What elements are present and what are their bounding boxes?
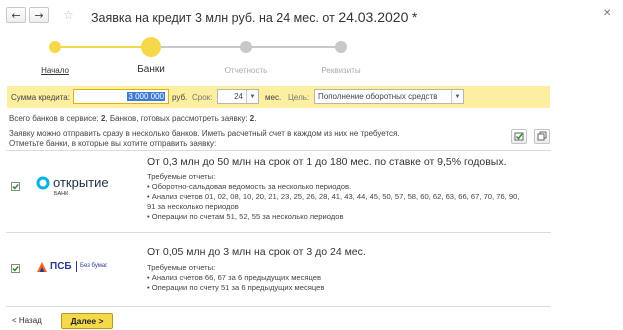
title-main: Заявка на кредит 3 млн руб. на 24 мес. о…: [91, 11, 335, 25]
step-label-start[interactable]: Начало: [41, 66, 69, 75]
title-date: 24.03.2020: [338, 9, 409, 25]
term-label: Срок:: [192, 93, 213, 102]
requirements-title: Требуемые отчеты:: [147, 172, 216, 181]
term-value: 24: [234, 92, 243, 101]
bank-offer-psb: От 0,05 млн до 3 млн на срок от 3 до 24 …: [147, 246, 366, 258]
uncheck-all-icon: [537, 131, 547, 141]
back-button[interactable]: < Назад: [12, 316, 42, 325]
banks-total-count: 2: [100, 114, 106, 123]
banks-summary: Всего банков в сервисе: 2, Банков, готов…: [9, 114, 257, 123]
arrow-left-icon: ←: [11, 8, 21, 22]
amount-input[interactable]: 3 000 000: [73, 89, 169, 104]
psb-logo-name: ПСБ: [50, 261, 72, 272]
step-label-banks: Банки: [137, 64, 165, 75]
divider: [6, 232, 551, 233]
amount-value: 3 000 000: [127, 92, 165, 101]
forward-nav-button[interactable]: →: [29, 7, 49, 23]
otkritie-logo-sub: БАНК: [54, 191, 69, 197]
requirement-item: • Операции по счету 51 за 6 предыдущих м…: [147, 283, 325, 292]
step-dot-details: [335, 41, 347, 53]
goal-label: Цель:: [288, 93, 310, 102]
requirement-item: • Операции по счетам 51, 52, 55 за неско…: [147, 212, 344, 221]
banks-ready-count: 2: [249, 114, 255, 123]
requirement-item: • Оборотно-сальдовая ведомость за нескол…: [147, 182, 352, 191]
otkritie-logo-icon: [36, 176, 50, 190]
window-title: Заявка на кредит 3 млн руб. на 24 мес. о…: [91, 9, 417, 25]
check-all-icon: [514, 132, 524, 141]
info-line-1: Заявку можно отправить сразу в несколько…: [9, 129, 400, 138]
chevron-down-icon[interactable]: ▼: [451, 90, 463, 103]
close-icon[interactable]: ✕: [603, 8, 611, 19]
step-label-reports: Отчетность: [224, 66, 268, 75]
goal-value: Пополнение оборотных средств: [318, 92, 438, 101]
step-dot-banks: [141, 37, 161, 57]
requirement-item: • Анализ счетов 66, 67 за 6 предыдущих м…: [147, 273, 322, 282]
step-dot-start[interactable]: [49, 41, 61, 53]
back-nav-button[interactable]: ←: [6, 7, 26, 23]
requirement-item: 91 за несколько периодов: [147, 202, 239, 211]
divider: [6, 306, 551, 307]
bank-requirements-psb: Требуемые отчеты: • Анализ счетов 66, 67…: [147, 263, 324, 293]
currency-label: руб.: [172, 93, 188, 102]
arrow-right-icon: →: [34, 8, 44, 22]
psb-logo-divider: [76, 261, 77, 272]
banks-ready-label: Банков, готовых рассмотреть заявку:: [109, 114, 248, 123]
step-label-details: Реквизиты: [321, 66, 361, 75]
loan-params-panel: Сумма кредита: 3 000 000 руб. Срок: 24 ▼…: [7, 86, 550, 108]
bank-checkbox-otkritie[interactable]: [11, 182, 20, 191]
psb-logo-icon: [37, 262, 47, 272]
requirements-title: Требуемые отчеты:: [147, 263, 216, 272]
term-unit-label: мес.: [265, 93, 282, 102]
goal-select[interactable]: Пополнение оборотных средств ▼: [314, 89, 464, 104]
psb-logo-sub: Без бумаг: [80, 263, 108, 269]
bank-offer-otkritie: От 0,3 млн до 50 млн на срок от 1 до 180…: [147, 156, 507, 168]
info-line-2: Отметьте банки, в которые вы хотите отпр…: [9, 139, 217, 148]
favorite-star-icon[interactable]: ☆: [63, 8, 74, 22]
otkritie-logo-name: открытие: [53, 175, 109, 190]
amount-label: Сумма кредита:: [11, 93, 70, 102]
step-connector-done: [56, 46, 151, 48]
step-dot-reports: [240, 41, 252, 53]
chevron-down-icon[interactable]: ▼: [246, 90, 258, 103]
next-button[interactable]: Далее >: [61, 313, 113, 329]
requirement-item: • Анализ счетов 01, 02, 08, 10, 20, 21, …: [147, 192, 520, 201]
bank-checkbox-psb[interactable]: [11, 264, 20, 273]
bank-requirements-otkritie: Требуемые отчеты: • Оборотно-сальдовая в…: [147, 172, 519, 222]
check-all-button[interactable]: [511, 129, 527, 144]
title-modified-mark: *: [411, 9, 418, 25]
uncheck-all-button[interactable]: [534, 129, 550, 144]
term-select[interactable]: 24 ▼: [217, 89, 259, 104]
banks-total-label: Всего банков в сервисе:: [9, 114, 99, 123]
divider: [6, 150, 551, 151]
